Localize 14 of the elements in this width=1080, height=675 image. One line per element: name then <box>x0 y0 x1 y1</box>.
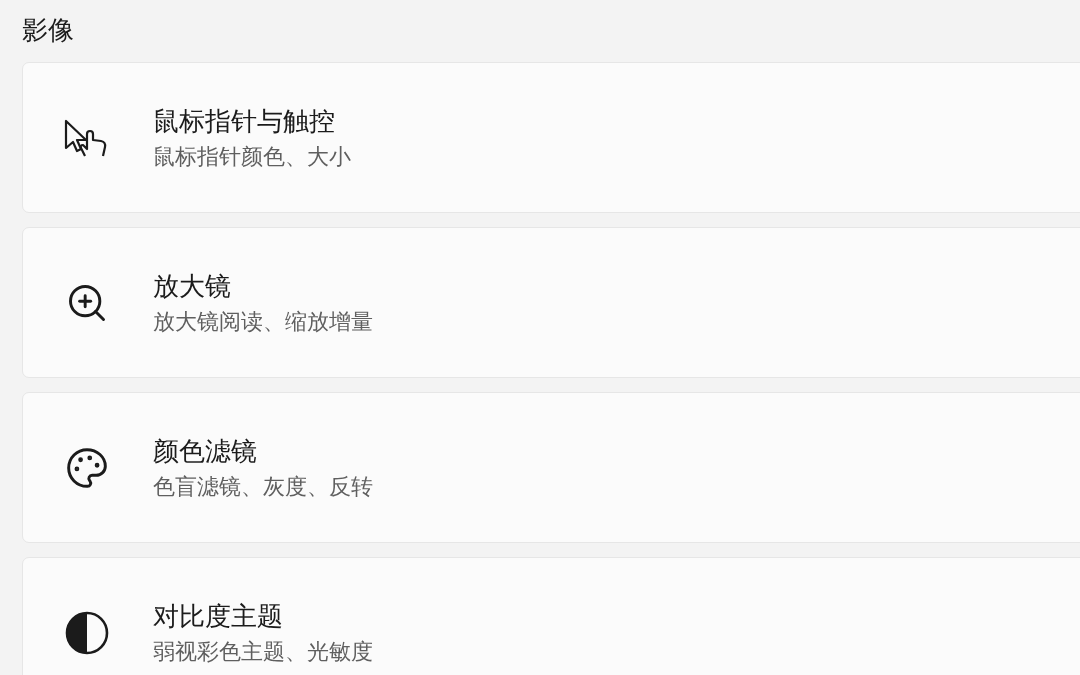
settings-card[interactable]: 颜色滤镜 色盲滤镜、灰度、反转 <box>22 392 1080 543</box>
card-subtitle: 鼠标指针颜色、大小 <box>153 142 351 171</box>
card-subtitle: 色盲滤镜、灰度、反转 <box>153 472 373 501</box>
card-subtitle: 放大镜阅读、缩放增量 <box>153 307 373 336</box>
card-title: 放大镜 <box>153 269 231 303</box>
settings-card[interactable]: 鼠标指针与触控 鼠标指针颜色、大小 <box>22 62 1080 213</box>
card-title: 颜色滤镜 <box>153 434 257 468</box>
card-title: 鼠标指针与触控 <box>153 104 335 138</box>
settings-card[interactable]: 放大镜 放大镜阅读、缩放增量 <box>22 227 1080 378</box>
settings-card[interactable]: 对比度主题 弱视彩色主题、光敏度 <box>22 557 1080 675</box>
card-title: 对比度主题 <box>153 599 283 633</box>
card-subtitle: 弱视彩色主题、光敏度 <box>153 637 373 666</box>
palette-icon <box>65 445 109 490</box>
section-title: 影像 <box>22 14 74 47</box>
